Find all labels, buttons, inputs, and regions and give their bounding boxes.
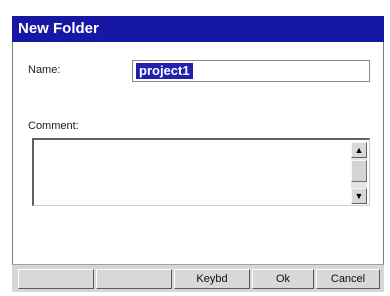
keyboard-button[interactable]: Keybd [174,269,250,289]
blank-button-2[interactable] [96,269,172,289]
comment-textarea[interactable]: ▲ ▼ [32,138,370,206]
new-folder-dialog: New Folder Name: project1 Comment: ▲ ▼ K… [0,0,390,296]
comment-scrollbar[interactable]: ▲ ▼ [351,142,367,204]
cancel-button[interactable]: Cancel [316,269,380,289]
name-label: Name: [28,64,61,76]
name-input-value: project1 [136,63,193,79]
blank-button-1[interactable] [18,269,94,289]
button-bar: Keybd Ok Cancel [12,264,384,292]
comment-label: Comment: [28,120,79,132]
arrow-up-icon[interactable]: ▲ [351,142,367,158]
ok-button[interactable]: Ok [252,269,314,289]
arrow-down-icon[interactable]: ▼ [351,188,367,204]
name-input[interactable]: project1 [132,60,370,82]
scrollbar-thumb[interactable] [351,160,367,182]
dialog-title: New Folder [12,16,384,42]
